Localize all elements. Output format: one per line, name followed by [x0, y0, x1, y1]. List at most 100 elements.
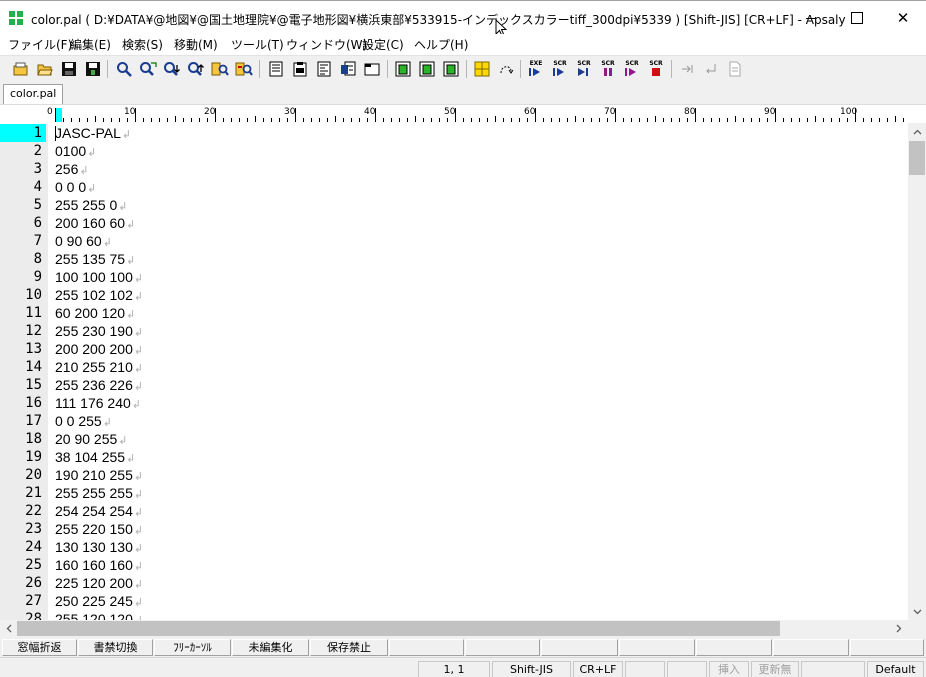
code-line[interactable]: 60 200 120↲: [55, 304, 135, 322]
line-number[interactable]: 27: [0, 592, 46, 610]
scroll-down-button[interactable]: [908, 603, 926, 620]
scr-stop-button[interactable]: SCR: [646, 59, 666, 79]
title-bar[interactable]: color.pal ( D:¥DATA¥@地図¥@国土地理院¥@電子地形図¥横浜…: [0, 0, 926, 37]
line-number[interactable]: 12: [0, 322, 46, 340]
line-number[interactable]: 13: [0, 340, 46, 358]
fkey-11[interactable]: [773, 639, 849, 656]
code-line[interactable]: 254 254 254↲: [55, 502, 143, 520]
line-number[interactable]: 20: [0, 466, 46, 484]
line-number[interactable]: 22: [0, 502, 46, 520]
menu-tools[interactable]: ツール(T): [231, 36, 284, 53]
scr-step-button[interactable]: SCR: [574, 59, 594, 79]
fkey-9[interactable]: [619, 639, 695, 656]
grep-button[interactable]: [210, 59, 230, 79]
fkey-free-cursor[interactable]: ﾌﾘｰｶｰｿﾙ: [154, 639, 231, 656]
line-break-button[interactable]: [701, 59, 721, 79]
code-line[interactable]: 0100↲: [55, 142, 96, 160]
app-icon[interactable]: [9, 11, 23, 25]
fkey-8[interactable]: [541, 639, 618, 656]
code-line[interactable]: 255 236 226↲: [55, 376, 143, 394]
menu-search[interactable]: 検索(S): [122, 36, 163, 53]
new-file-button[interactable]: [11, 59, 31, 79]
code-line[interactable]: 255 255 255↲: [55, 484, 143, 502]
menu-move[interactable]: 移動(M): [174, 36, 218, 53]
line-number[interactable]: 1: [0, 124, 46, 142]
text-editor[interactable]: 0 10 20 30 40 50 60 70 80 90 100 1 JASC-P…: [0, 106, 908, 620]
horizontal-scrollbar[interactable]: [0, 620, 908, 637]
code-line[interactable]: 190 210 255↲: [55, 466, 143, 484]
menu-help[interactable]: ヘルプ(H): [414, 36, 468, 53]
line-number[interactable]: 3: [0, 160, 46, 178]
search-replace-button[interactable]: [138, 59, 158, 79]
code-line[interactable]: 100 100 100↲: [55, 268, 143, 286]
fkey-toggle-write-protect[interactable]: 書禁切換: [78, 639, 153, 656]
code-line[interactable]: 255 255 0↲: [55, 196, 128, 214]
document-tab[interactable]: color.pal: [3, 84, 64, 104]
code-line[interactable]: 255 135 75↲: [55, 250, 135, 268]
code-line[interactable]: 250 225 245↲: [55, 592, 143, 610]
macro-record-button[interactable]: [496, 59, 516, 79]
pane-2-button[interactable]: [417, 59, 437, 79]
clipboard-button[interactable]: [290, 59, 310, 79]
code-line[interactable]: 0 0 0↲: [55, 178, 96, 196]
line-number[interactable]: 28: [0, 610, 46, 620]
code-line[interactable]: 130 130 130↲: [55, 538, 143, 556]
code-line[interactable]: 160 160 160↲: [55, 556, 143, 574]
save-all-button[interactable]: [83, 59, 103, 79]
minimize-button[interactable]: [788, 1, 834, 35]
fkey-6[interactable]: [389, 639, 464, 656]
fkey-disable-save[interactable]: 保存禁止: [310, 639, 388, 656]
window-button[interactable]: [362, 59, 382, 79]
line-number[interactable]: 11: [0, 304, 46, 322]
line-number[interactable]: 17: [0, 412, 46, 430]
line-number[interactable]: 7: [0, 232, 46, 250]
line-number[interactable]: 8: [0, 250, 46, 268]
line-number[interactable]: 26: [0, 574, 46, 592]
search-button[interactable]: [114, 59, 134, 79]
line-number[interactable]: 10: [0, 286, 46, 304]
menu-edit[interactable]: 編集(E): [70, 36, 111, 53]
line-number[interactable]: 5: [0, 196, 46, 214]
code-line[interactable]: 256↲: [55, 160, 89, 178]
code-line[interactable]: 200 160 60↲: [55, 214, 135, 232]
code-line[interactable]: 0 0 255↲: [55, 412, 112, 430]
horizontal-scroll-thumb[interactable]: [17, 621, 780, 636]
scr-pause-button[interactable]: SCR: [598, 59, 618, 79]
close-button[interactable]: ✕: [880, 1, 926, 35]
code-line[interactable]: 38 104 255↲: [55, 448, 135, 466]
code-line[interactable]: 255 102 102↲: [55, 286, 143, 304]
scroll-up-button[interactable]: [908, 123, 926, 140]
code-line[interactable]: 225 120 200↲: [55, 574, 143, 592]
line-number[interactable]: 23: [0, 520, 46, 538]
line-number[interactable]: 19: [0, 448, 46, 466]
pane-3-button[interactable]: [441, 59, 461, 79]
split-window-button[interactable]: [472, 59, 492, 79]
vertical-scrollbar[interactable]: [908, 123, 926, 620]
list-button[interactable]: [314, 59, 334, 79]
tab-indent-button[interactable]: [677, 59, 697, 79]
fkey-7[interactable]: [465, 639, 540, 656]
code-line[interactable]: 200 200 200↲: [55, 340, 143, 358]
code-line[interactable]: 20 90 255↲: [55, 430, 128, 448]
status-encoding[interactable]: Shift-JIS: [492, 661, 571, 677]
menu-window[interactable]: ウィンドウ(W): [286, 36, 367, 53]
line-number[interactable]: 6: [0, 214, 46, 232]
fkey-12[interactable]: [850, 639, 924, 656]
code-line[interactable]: 0 90 60↲: [55, 232, 112, 250]
pane-1-button[interactable]: [393, 59, 413, 79]
status-mode[interactable]: Default: [867, 661, 924, 677]
outline-button[interactable]: [266, 59, 286, 79]
line-number[interactable]: 14: [0, 358, 46, 376]
open-button[interactable]: [35, 59, 55, 79]
vertical-scroll-thumb[interactable]: [909, 141, 925, 175]
exe-play-button[interactable]: EXE: [526, 59, 546, 79]
code-line[interactable]: 255 120 120↲: [55, 610, 143, 620]
grep-replace-button[interactable]: [234, 59, 254, 79]
fkey-wrap-at-window[interactable]: 窓幅折返: [2, 639, 77, 656]
line-number[interactable]: 15: [0, 376, 46, 394]
line-number[interactable]: 16: [0, 394, 46, 412]
code-line[interactable]: 210 255 210↲: [55, 358, 143, 376]
code-line[interactable]: 255 220 150↲: [55, 520, 143, 538]
status-line-ending[interactable]: CR+LF: [573, 661, 623, 677]
line-number[interactable]: 4: [0, 178, 46, 196]
